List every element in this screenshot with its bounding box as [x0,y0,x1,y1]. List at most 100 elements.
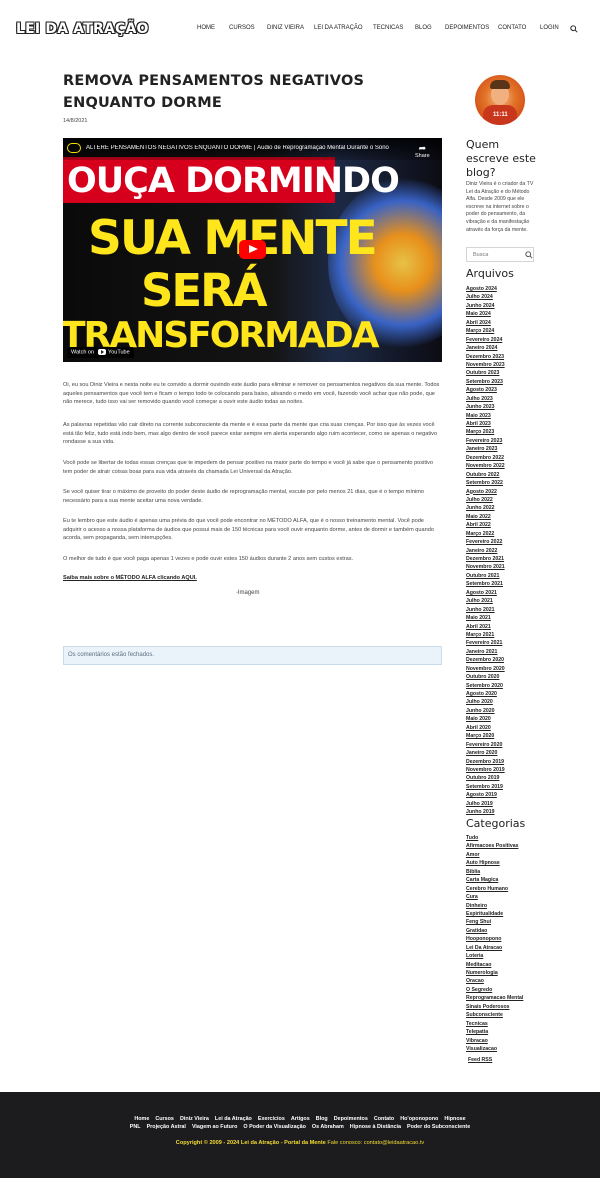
archive-link[interactable]: Novembro 2019 [466,766,556,774]
archive-link[interactable]: Dezembro 2021 [466,555,556,563]
archive-link[interactable]: Outubro 2022 [466,471,556,479]
nav-item-diniz-vieira[interactable]: Diniz Vieira [267,25,304,31]
archive-link[interactable]: Junho 2024 [466,302,556,310]
footer-link[interactable]: Viagem ao Futuro [192,1124,237,1130]
footer-link[interactable]: Home [134,1116,149,1122]
archive-link[interactable]: Março 2024 [466,327,556,335]
nav-item-contato[interactable]: Contato [498,25,526,31]
footer-link[interactable]: Hipnose à Distância [350,1124,401,1130]
archive-link[interactable]: Novembro 2020 [466,665,556,673]
archive-link[interactable]: Abril 2020 [466,724,556,732]
archive-link[interactable]: Fevereiro 2020 [466,741,556,749]
archive-link[interactable]: Maio 2021 [466,614,556,622]
archive-link[interactable]: Junho 2022 [466,504,556,512]
archive-link[interactable]: Janeiro 2021 [466,648,556,656]
category-link[interactable]: Dinheiro [466,902,556,910]
site-logo[interactable]: LEI DA ATRAÇÃO [16,21,149,37]
category-link[interactable]: Carta Magica [466,876,556,884]
archive-link[interactable]: Julho 2022 [466,496,556,504]
archive-link[interactable]: Abril 2021 [466,623,556,631]
archive-link[interactable]: Agosto 2021 [466,589,556,597]
archive-link[interactable]: Julho 2020 [466,698,556,706]
footer-link[interactable]: Artigos [291,1116,310,1122]
archive-link[interactable]: Março 2020 [466,732,556,740]
footer-link[interactable]: Diniz Vieira [180,1116,209,1122]
category-link[interactable]: Cura [466,893,556,901]
archive-link[interactable]: Julho 2019 [466,800,556,808]
archive-link[interactable]: Março 2021 [466,631,556,639]
search-input[interactable] [467,248,523,261]
category-link[interactable]: Visualizacao [466,1045,556,1053]
category-link[interactable]: Hooponopono [466,935,556,943]
archive-link[interactable]: Julho 2021 [466,597,556,605]
archive-link[interactable]: Maio 2023 [466,412,556,420]
archive-link[interactable]: Abril 2022 [466,521,556,529]
archive-link[interactable]: Janeiro 2023 [466,445,556,453]
archive-link[interactable]: Agosto 2024 [466,285,556,293]
nav-item-tecnicas[interactable]: Tecnicas [373,25,403,31]
archive-link[interactable]: Novembro 2021 [466,563,556,571]
archive-link[interactable]: Agosto 2022 [466,488,556,496]
contact-email-link[interactable]: contato@leidaatracao.tv [364,1140,424,1146]
footer-link[interactable]: Exercícios [258,1116,285,1122]
footer-link[interactable]: Lei da Atração [215,1116,252,1122]
category-link[interactable]: Oracao [466,977,556,985]
category-link[interactable]: O Segredo [466,986,556,994]
footer-link[interactable]: Depoimentos [334,1116,368,1122]
category-link[interactable]: Numerologia [466,969,556,977]
nav-item-depoimentos[interactable]: Depoimentos [445,25,489,31]
nav-item-home[interactable]: Home [197,25,215,31]
metodo-alfa-link[interactable]: Saiba mais sobre o MÉTODO ALFA clicando … [63,575,197,581]
category-link[interactable]: Afirmacoes Positivas [466,842,556,850]
archive-link[interactable]: Novembro 2022 [466,462,556,470]
archive-link[interactable]: Julho 2023 [466,395,556,403]
share-button[interactable]: ➦ Share [415,144,430,160]
archive-link[interactable]: Janeiro 2024 [466,344,556,352]
footer-link[interactable]: Cursos [155,1116,174,1122]
category-link[interactable]: Meditacao [466,961,556,969]
archive-link[interactable]: Outubro 2021 [466,572,556,580]
archive-link[interactable]: Dezembro 2019 [466,758,556,766]
archive-link[interactable]: Setembro 2022 [466,479,556,487]
footer-link[interactable]: O Poder da Visualização [243,1124,306,1130]
archive-link[interactable]: Dezembro 2020 [466,656,556,664]
footer-link[interactable]: Os Abraham [312,1124,344,1130]
archive-link[interactable]: Janeiro 2022 [466,547,556,555]
video-title[interactable]: ALTERE PENSAMENTOS NEGATIVOS ENQUANTO DO… [86,145,411,151]
footer-link[interactable]: Poder do Subconsciente [407,1124,470,1130]
category-link[interactable]: Lei Da Atracao [466,944,556,952]
category-link[interactable]: Subconsciente [466,1011,556,1019]
archive-link[interactable]: Outubro 2019 [466,774,556,782]
footer-link[interactable]: Blog [316,1116,328,1122]
footer-link[interactable]: Projeção Astral [147,1124,186,1130]
category-link[interactable]: Tecnicas [466,1020,556,1028]
archive-link[interactable]: Julho 2024 [466,293,556,301]
archive-link[interactable]: Fevereiro 2023 [466,437,556,445]
archive-link[interactable]: Fevereiro 2024 [466,336,556,344]
category-link[interactable]: Gratidao [466,927,556,935]
watch-on-youtube-button[interactable]: Watch on YouTube [67,347,134,358]
category-link[interactable]: Biblia [466,868,556,876]
footer-link[interactable]: Hipnose [444,1116,465,1122]
category-link[interactable]: Loteria [466,952,556,960]
footer-link[interactable]: Ho'oponopono [400,1116,438,1122]
archive-link[interactable]: Maio 2024 [466,310,556,318]
archive-link[interactable]: Junho 2021 [466,606,556,614]
category-link[interactable]: Tudo [466,834,556,842]
archive-link[interactable]: Abril 2024 [466,319,556,327]
archive-link[interactable]: Fevereiro 2021 [466,639,556,647]
footer-link[interactable]: PNL [130,1124,141,1130]
archive-link[interactable]: Setembro 2020 [466,682,556,690]
archive-link[interactable]: Março 2023 [466,428,556,436]
category-link[interactable]: Sinais Poderosos [466,1003,556,1011]
category-link[interactable]: Espiritualidade [466,910,556,918]
archive-link[interactable]: Dezembro 2023 [466,353,556,361]
play-button[interactable] [239,240,266,259]
archive-link[interactable]: Outubro 2020 [466,673,556,681]
archive-link[interactable]: Fevereiro 2022 [466,538,556,546]
video-embed[interactable]: OUÇA DORMINDO SUA MENTE SERÁ TRANSFORMAD… [63,138,442,362]
archive-link[interactable]: Dezembro 2022 [466,454,556,462]
footer-link[interactable]: Contato [374,1116,394,1122]
archive-link[interactable]: Janeiro 2020 [466,749,556,757]
archive-link[interactable]: Março 2022 [466,530,556,538]
